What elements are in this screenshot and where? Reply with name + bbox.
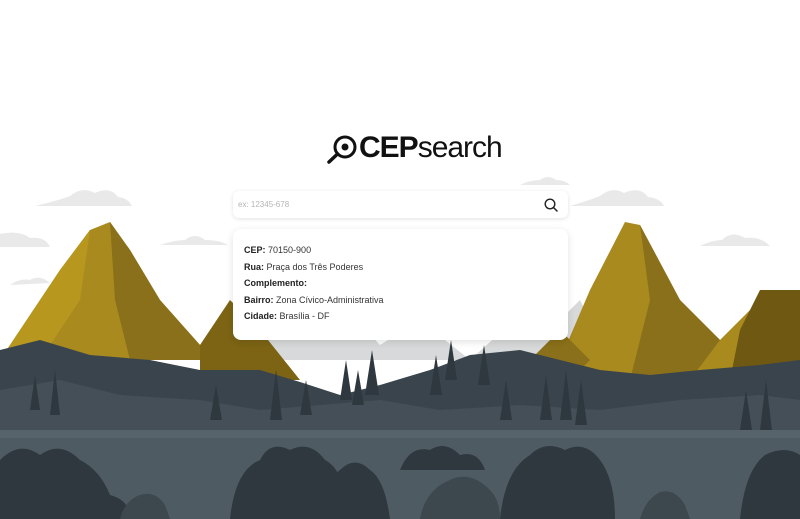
logo: CEPsearch — [325, 128, 503, 168]
street-label: Rua — [244, 261, 262, 272]
complement-label: Complemento — [244, 278, 305, 288]
neighborhood-value: Zona Cívico-Administrativa — [276, 294, 384, 305]
cep-value: 70150-900 — [268, 245, 312, 255]
city-label: Cidade — [244, 311, 275, 321]
cep-search-input[interactable] — [233, 190, 540, 219]
neighborhood-label: Bairro — [244, 294, 271, 305]
cep-label: CEP — [244, 245, 263, 255]
logo-text: CEPsearch — [359, 128, 503, 168]
logo-text-bold: CEP — [359, 131, 419, 164]
search-button[interactable] — [540, 194, 562, 216]
result-row-city: Cidade: Brasília - DF — [244, 311, 330, 321]
search-icon — [544, 197, 558, 212]
location-search-icon — [327, 135, 357, 164]
address-result-card: CEP: 70150-900 Rua: Praça dos Três Poder… — [233, 229, 568, 340]
result-row-complement: Complemento: — [244, 278, 308, 288]
result-row-cep: CEP: 70150-900 — [244, 245, 312, 255]
street-value: Praça dos Três Poderes — [266, 261, 364, 272]
result-row-street: Rua: Praça dos Três Poderes — [244, 261, 364, 272]
logo-text-rest: search — [417, 131, 503, 164]
city-value: Brasília - DF — [279, 311, 330, 321]
result-row-neighborhood: Bairro: Zona Cívico-Administrativa — [244, 294, 384, 305]
search-bar — [233, 190, 568, 219]
